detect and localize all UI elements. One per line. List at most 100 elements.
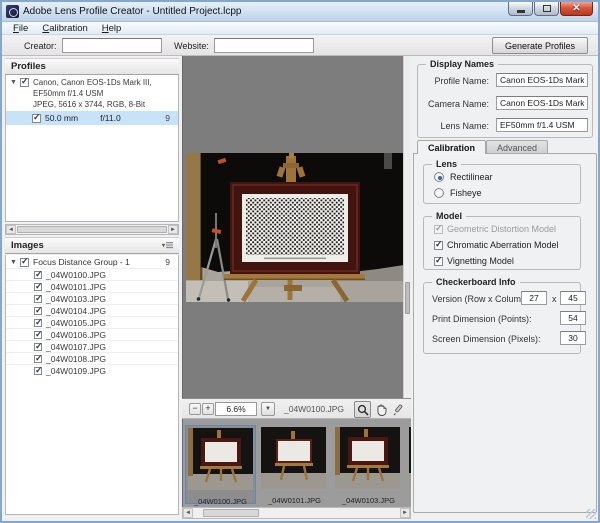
scrollbar-thumb[interactable] [203,509,259,517]
minimize-button[interactable] [508,2,533,16]
tab-bar: Calibration Advanced [417,140,548,154]
screen-dimension-input[interactable] [560,331,586,345]
pin-tool-button[interactable] [390,401,407,418]
images-list: ▼ Focus Distance Group - 1 9 _04W0100.JP… [5,255,179,515]
checkbox-checked-icon[interactable] [34,271,42,279]
filmstrip-thumb[interactable]: _04W0100.JPG [185,425,256,504]
radio-selected-icon[interactable] [434,172,444,182]
panel-menu-icon[interactable]: ▾ [162,242,173,249]
maximize-button[interactable] [534,2,559,16]
menu-calibration[interactable]: Calibration [35,23,94,34]
chromatic-aberration-option[interactable]: Chromatic Aberration Model [434,240,559,250]
thumbnail-photo [188,428,253,490]
image-row[interactable]: _04W0109.JPG [6,364,178,376]
camera-name-label: Camera Name: [428,99,489,109]
menu-help[interactable]: Help [95,23,129,34]
filmstrip-thumb[interactable]: _04W0103.JPG [333,425,404,504]
rectilinear-option[interactable]: Rectilinear [434,172,493,182]
version-rows-input[interactable] [521,291,547,305]
generate-profiles-button[interactable]: Generate Profiles [492,37,588,54]
website-label: Website: [174,41,209,51]
vignetting-option[interactable]: Vignetting Model [434,256,514,266]
scrollbar-thumb[interactable] [17,226,167,233]
image-row[interactable]: _04W0105.JPG [6,316,178,328]
checkbox-checked-icon[interactable] [34,367,42,375]
tab-advanced[interactable]: Advanced [486,140,548,154]
checkbox-checked-icon[interactable] [32,114,41,123]
menu-file[interactable]: File [6,23,35,34]
checkbox-checked-disabled-icon [434,225,443,234]
preview-vscrollbar[interactable] [403,56,411,398]
zoom-out-button[interactable]: − [189,403,201,415]
checkbox-checked-icon[interactable] [34,319,42,327]
hand-tool-button[interactable] [372,401,389,418]
zoom-dropdown-button[interactable]: ▼ [261,402,275,416]
title-bar[interactable]: Adobe Lens Profile Creator - Untitled Pr… [2,2,598,22]
header-toolbar: Creator: Website: Generate Profiles [2,35,598,56]
resize-grip[interactable] [586,509,596,519]
scroll-left-icon[interactable]: ◄ [6,225,16,234]
profile-child-row[interactable]: 50.0 mm f/11.0 9 [6,111,178,125]
images-group-row[interactable]: ▼ Focus Distance Group - 1 9 [6,255,178,268]
maximize-icon [543,5,551,12]
radio-unselected-icon[interactable] [434,188,444,198]
minimize-icon [517,10,525,13]
lens-name-input[interactable] [496,118,588,132]
zoom-in-button[interactable]: + [202,403,214,415]
hand-icon [375,404,387,416]
rectilinear-label: Rectilinear [450,172,493,182]
checkerboard-info-title: Checkerboard Info [432,277,520,287]
profiles-hscrollbar[interactable]: ◄ ► [5,224,179,235]
website-input[interactable] [214,38,314,53]
version-cols-input[interactable] [560,291,586,305]
scroll-left-icon[interactable]: ◄ [183,508,193,518]
thumbnail-label: _04W0103.JPG [335,496,402,505]
model-group-title: Model [432,211,466,221]
expander-down-icon[interactable]: ▼ [10,257,20,266]
scroll-right-icon[interactable]: ► [400,508,410,518]
creator-label: Creator: [24,41,57,51]
scrollbar-thumb[interactable] [405,282,410,314]
image-row[interactable]: _04W0104.JPG [6,304,178,316]
filmstrip-thumb[interactable]: _04W0101.JPG [259,425,330,504]
profile-group-row[interactable]: ▼ Canon, Canon EOS-1Ds Mark III, EF50mm … [6,75,178,111]
tab-calibration[interactable]: Calibration [417,140,486,154]
filmstrip-hscrollbar[interactable]: ◄ ► [182,507,411,519]
checkbox-checked-icon[interactable] [434,257,443,266]
close-button[interactable]: ✕ [560,2,593,16]
image-row[interactable]: _04W0103.JPG [6,292,178,304]
fisheye-option[interactable]: Fisheye [434,188,482,198]
profile-name-label: Profile Name: [434,76,489,86]
lens-name-label: Lens Name: [440,121,489,131]
zoom-level-value[interactable]: 6.6% [215,402,257,416]
checkbox-checked-icon[interactable] [20,78,29,87]
preview-canvas[interactable] [182,56,411,398]
profile-image-count: 9 [165,113,170,123]
checkbox-checked-icon[interactable] [20,258,29,267]
image-filename: _04W0107.JPG [46,342,106,352]
checkbox-checked-icon[interactable] [34,283,42,291]
zoom-tool-button[interactable] [354,401,371,418]
checkbox-checked-icon[interactable] [34,331,42,339]
scroll-right-icon[interactable]: ► [168,225,178,234]
expander-down-icon[interactable]: ▼ [10,77,20,110]
image-row[interactable]: _04W0106.JPG [6,328,178,340]
image-filename: _04W0105.JPG [46,318,106,328]
checkbox-checked-icon[interactable] [434,241,443,250]
images-group-count: 9 [165,257,170,267]
profile-name-input[interactable] [496,73,588,87]
close-icon: ✕ [572,4,580,14]
creator-input[interactable] [62,38,162,53]
profile-group-label: Canon, Canon EOS-1Ds Mark III, EF50mm f/… [33,77,176,110]
image-row[interactable]: _04W0107.JPG [6,340,178,352]
image-row[interactable]: _04W0101.JPG [6,280,178,292]
checkbox-checked-icon[interactable] [34,355,42,363]
camera-name-input[interactable] [496,96,588,110]
checkbox-checked-icon[interactable] [34,295,42,303]
print-dimension-input[interactable] [560,311,586,325]
image-row[interactable]: _04W0100.JPG [6,268,178,280]
checkbox-checked-icon[interactable] [34,307,42,315]
image-row[interactable]: _04W0108.JPG [6,352,178,364]
checkbox-checked-icon[interactable] [34,343,42,351]
menu-bar: File Calibration Help [2,22,598,35]
